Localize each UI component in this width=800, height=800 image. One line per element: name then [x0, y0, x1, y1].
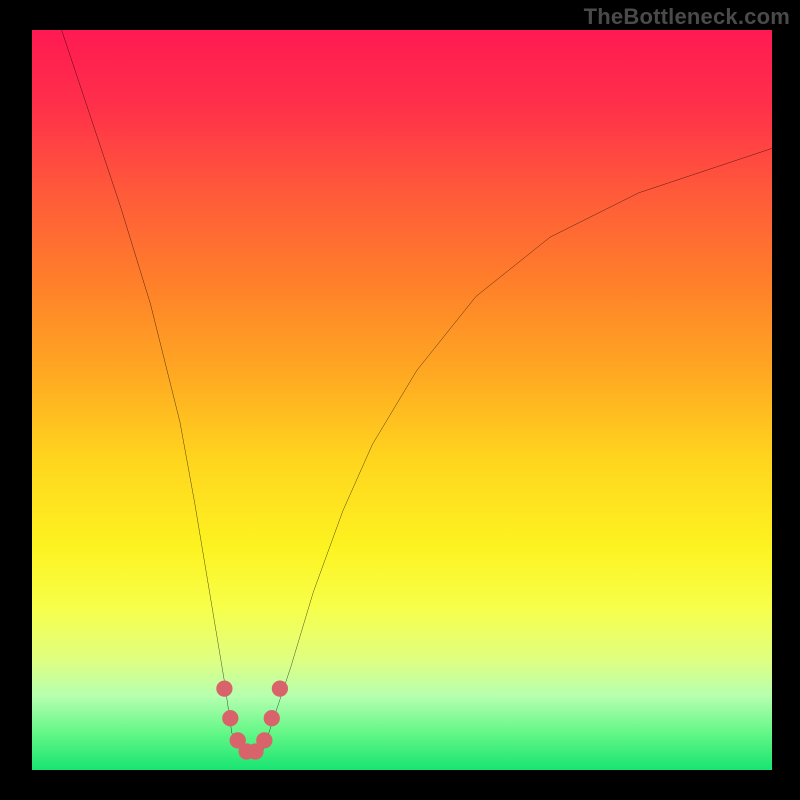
- plot-area: [32, 30, 772, 770]
- curve-marker: [264, 710, 280, 726]
- bottleneck-curve: [32, 0, 772, 755]
- watermark-text: TheBottleneck.com: [584, 4, 790, 30]
- curve-marker: [222, 710, 238, 726]
- curve-marker: [256, 732, 272, 748]
- curve-marker: [272, 680, 288, 696]
- curve-markers: [216, 680, 288, 759]
- chart-frame: TheBottleneck.com: [0, 0, 800, 800]
- curve-layer: [32, 30, 772, 770]
- curve-marker: [216, 680, 232, 696]
